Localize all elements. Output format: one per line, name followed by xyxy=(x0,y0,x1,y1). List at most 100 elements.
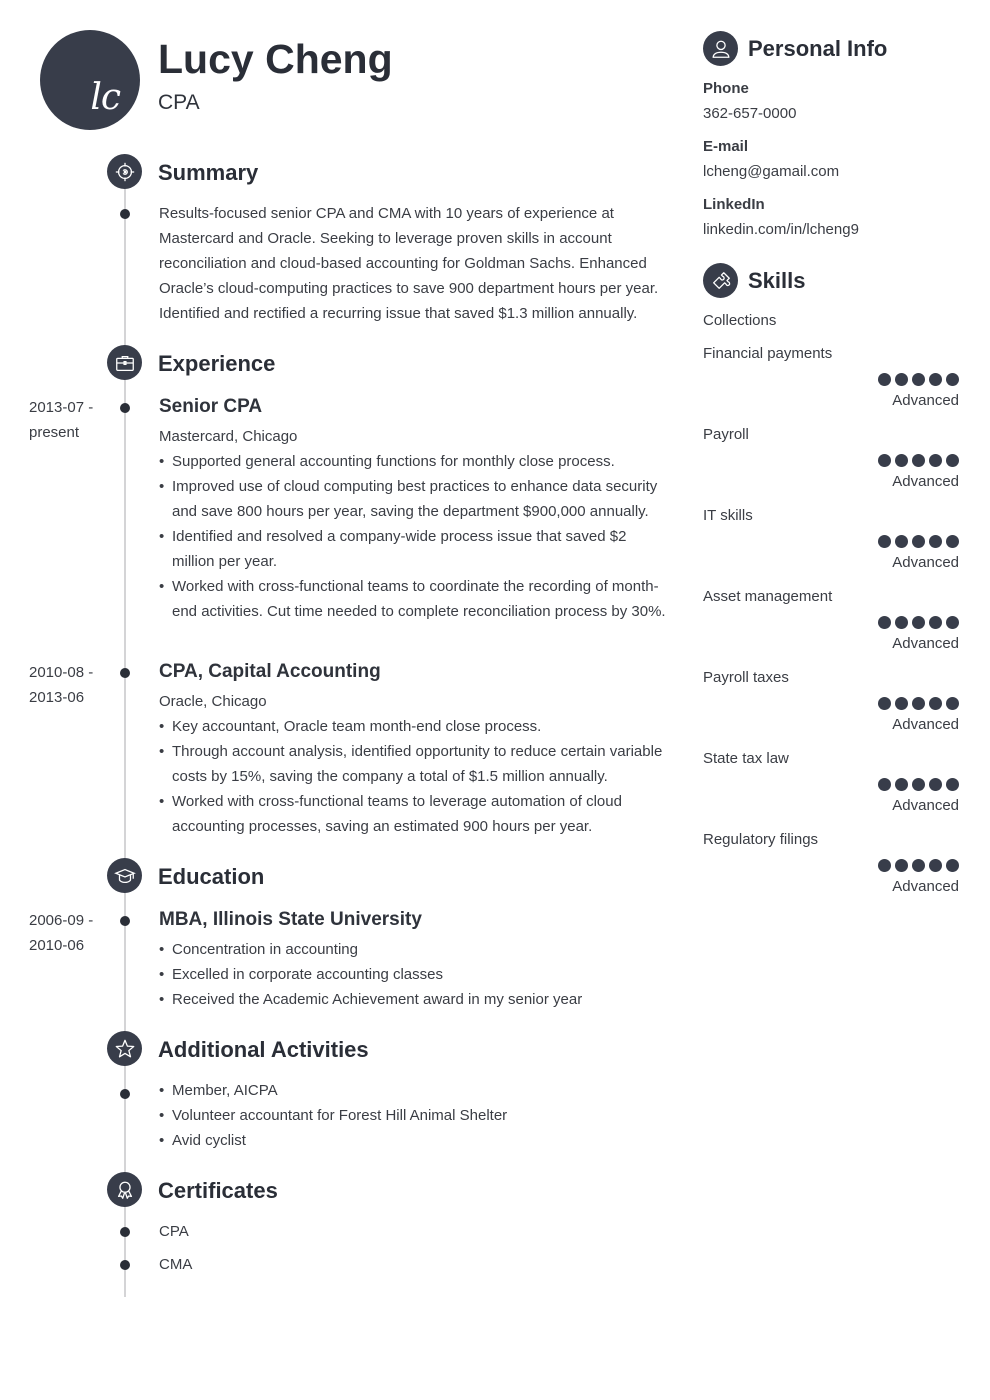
skill-item: IT skills Advanced xyxy=(703,507,959,571)
skill-item: Collections xyxy=(703,312,959,330)
skill-rating xyxy=(703,778,959,791)
section-title-education: Education xyxy=(158,864,265,889)
skill-name: Regulatory filings xyxy=(703,831,819,848)
graduation-cap-icon xyxy=(107,858,142,893)
rating-dot xyxy=(895,697,908,710)
rating-dot xyxy=(946,697,959,710)
skill-level: Advanced xyxy=(892,635,959,652)
bullet-item: Member, AICPA xyxy=(159,1078,669,1103)
entry-bullets: Concentration in accounting Excelled in … xyxy=(159,937,669,1012)
phone-value[interactable]: 362-657-0000 xyxy=(703,105,796,122)
rating-dot xyxy=(895,778,908,791)
rating-dot xyxy=(929,535,942,548)
entry-bullets: Key accountant, Oracle team month-end cl… xyxy=(159,714,669,839)
skill-name: Collections xyxy=(703,312,777,329)
entry-bullets: Supported general accounting functions f… xyxy=(159,449,669,624)
entry-date: 2006-09 - 2010-06 xyxy=(29,908,93,958)
skill-level: Advanced xyxy=(892,473,959,490)
skill-name: Payroll taxes xyxy=(703,669,789,686)
skill-level: Advanced xyxy=(892,554,959,571)
email-value[interactable]: lcheng@gamail.com xyxy=(703,163,839,180)
phone-label: Phone xyxy=(703,80,749,97)
linkedin-value[interactable]: linkedin.com/in/lcheng9 xyxy=(703,221,859,238)
rating-dot xyxy=(946,778,959,791)
skill-level: Advanced xyxy=(892,797,959,814)
bullet-item: Improved use of cloud computing best pra… xyxy=(159,474,669,524)
rating-dot xyxy=(912,697,925,710)
bullet-item: Excelled in corporate accounting classes xyxy=(159,962,669,987)
star-icon xyxy=(107,1031,142,1066)
rating-dot xyxy=(895,454,908,467)
entry-company: Mastercard, Chicago xyxy=(159,428,298,445)
entry-date-end: 2010-06 xyxy=(29,937,85,954)
bullet-item: Concentration in accounting xyxy=(159,937,669,962)
bullet-item: Avid cyclist xyxy=(159,1128,669,1153)
section-title-activities: Additional Activities xyxy=(158,1037,369,1062)
rating-dot xyxy=(912,373,925,386)
entry-title: CPA, Capital Accounting xyxy=(159,661,381,682)
email-label: E-mail xyxy=(703,138,749,155)
skill-item: Regulatory filings Advanced xyxy=(703,831,959,895)
rating-dot xyxy=(912,535,925,548)
skill-name: Financial payments xyxy=(703,345,833,362)
summary-text: Results-focused senior CPA and CMA with … xyxy=(159,205,659,322)
skill-item: Asset management Advanced xyxy=(703,588,959,652)
rating-dot xyxy=(946,616,959,629)
skill-name: IT skills xyxy=(703,507,753,524)
rating-dot xyxy=(912,454,925,467)
candidate-name: Lucy Cheng xyxy=(158,36,393,82)
bullet-item: Received the Academic Achievement award … xyxy=(159,987,669,1012)
entry-company: Oracle, Chicago xyxy=(159,693,267,710)
timeline-dot xyxy=(120,916,130,926)
timeline-dot xyxy=(120,668,130,678)
section-title-certificates: Certificates xyxy=(158,1178,278,1203)
user-icon xyxy=(703,31,738,66)
rating-dot xyxy=(878,373,891,386)
skill-item: Financial payments Advanced xyxy=(703,345,959,409)
rating-dot xyxy=(878,454,891,467)
rating-dot xyxy=(895,859,908,872)
rating-dot xyxy=(878,859,891,872)
skill-rating xyxy=(703,373,959,386)
entry-date: 2013-07 - present xyxy=(29,395,93,445)
avatar: lc xyxy=(40,30,140,130)
rating-dot xyxy=(946,859,959,872)
rating-dot xyxy=(929,697,942,710)
rating-dot xyxy=(929,616,942,629)
rating-dot xyxy=(946,535,959,548)
section-title-skills: Skills xyxy=(748,268,806,293)
rating-dot xyxy=(895,616,908,629)
skill-name: Asset management xyxy=(703,588,833,605)
skill-rating xyxy=(703,859,959,872)
certificate-item: CMA xyxy=(159,1256,193,1273)
skill-name: Payroll xyxy=(703,426,749,443)
skill-item: Payroll taxes Advanced xyxy=(703,669,959,733)
certificate-item: CPA xyxy=(159,1223,189,1240)
bullet-item: Through account analysis, identified opp… xyxy=(159,739,669,789)
bullet-item: Worked with cross-functional teams to le… xyxy=(159,789,669,839)
skill-item: Payroll Advanced xyxy=(703,426,959,490)
timeline-dot xyxy=(120,209,130,219)
rating-dot xyxy=(929,373,942,386)
rating-dot xyxy=(929,454,942,467)
skill-level: Advanced xyxy=(892,392,959,409)
entry-title: Senior CPA xyxy=(159,396,263,417)
section-title-experience: Experience xyxy=(158,351,276,376)
rating-dot xyxy=(929,778,942,791)
bullet-item: Worked with cross-functional teams to co… xyxy=(159,574,669,624)
bullet-item: Key accountant, Oracle team month-end cl… xyxy=(159,714,669,739)
timeline-dot xyxy=(120,1227,130,1237)
linkedin-label: LinkedIn xyxy=(703,196,765,213)
rating-dot xyxy=(946,454,959,467)
rating-dot xyxy=(878,778,891,791)
entry-date-start: 2006-09 - xyxy=(29,912,94,929)
bullet-item: Identified and resolved a company-wide p… xyxy=(159,524,669,574)
rating-dot xyxy=(895,373,908,386)
section-title-personal-info: Personal Info xyxy=(748,36,888,61)
skill-rating xyxy=(703,535,959,548)
skill-item: State tax law Advanced xyxy=(703,750,959,814)
rating-dot xyxy=(946,373,959,386)
rating-dot xyxy=(878,697,891,710)
target-icon xyxy=(107,154,142,189)
activities-bullets: Member, AICPA Volunteer accountant for F… xyxy=(159,1078,669,1153)
